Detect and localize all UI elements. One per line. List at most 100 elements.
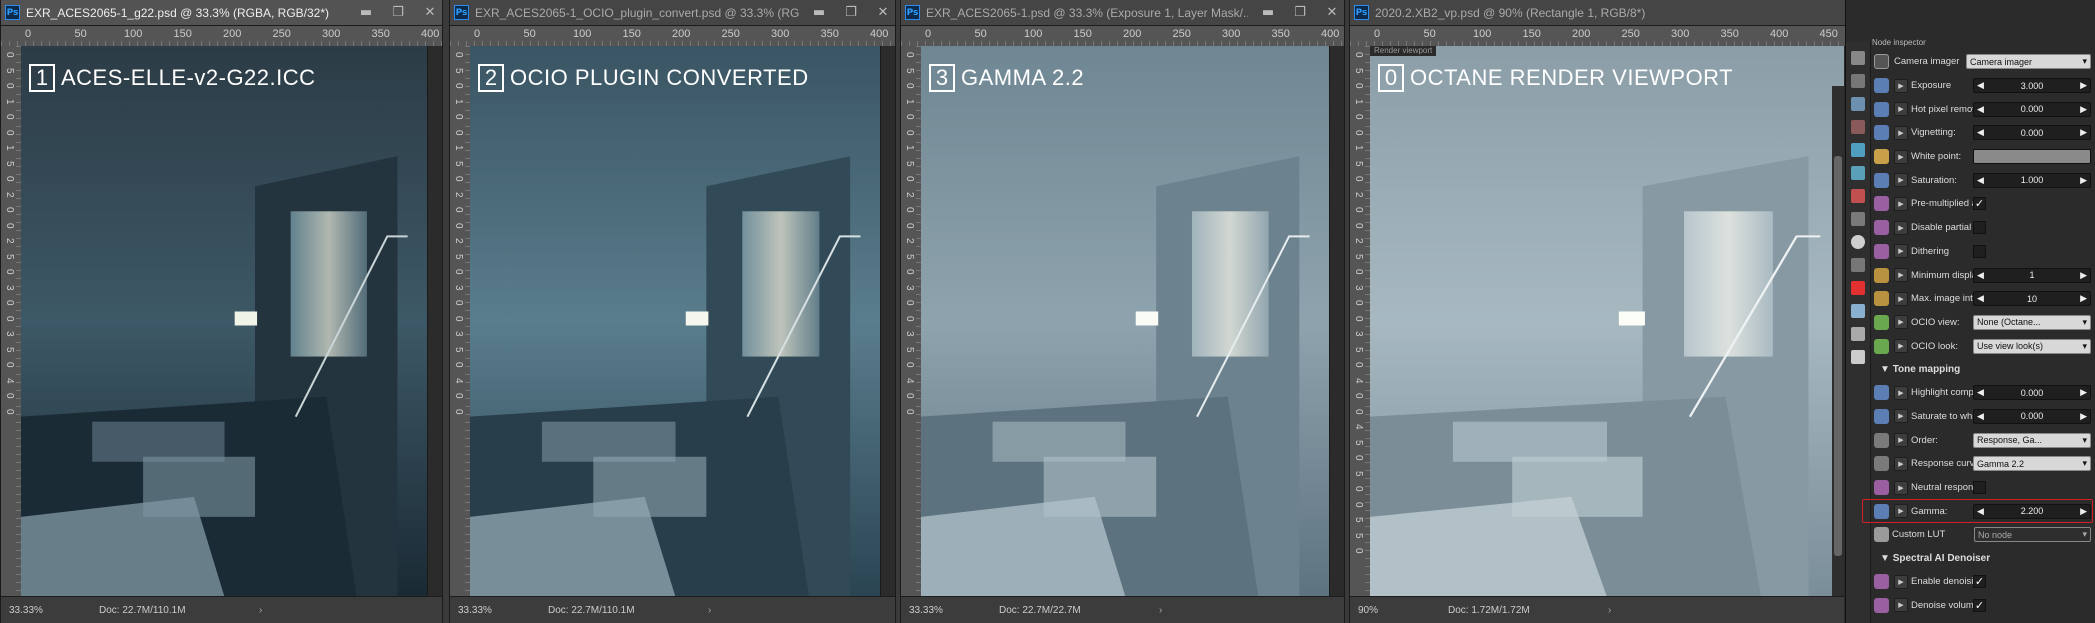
increment-icon[interactable]: ▶: [2080, 270, 2087, 281]
checkbox[interactable]: ✓: [1973, 197, 1986, 211]
increment-icon[interactable]: ▶: [2080, 293, 2087, 304]
expand-arrow-icon[interactable]: ▶: [1894, 125, 1908, 140]
zoom-level[interactable]: 33.33%: [1, 605, 69, 616]
vertical-scrollbar[interactable]: [880, 46, 895, 597]
ps-window-3[interactable]: Ps EXR_ACES2065-1.psd @ 33.3% (Exposure …: [900, 0, 1345, 623]
expand-arrow-icon[interactable]: ▶: [1894, 173, 1908, 188]
image-icon[interactable]: [1851, 97, 1865, 111]
expand-arrow-icon[interactable]: ▶: [1894, 315, 1908, 330]
octane-node-inspector[interactable]: Node inspector Camera imager Camera imag…: [1845, 0, 2095, 623]
increment-icon[interactable]: ▶: [2080, 80, 2087, 91]
param-row[interactable]: ▶ Exposure ◀ 3.000 ▶: [1874, 74, 2091, 98]
settings-icon[interactable]: [1851, 212, 1865, 226]
checkbox[interactable]: [1973, 221, 1986, 235]
document-canvas[interactable]: Render viewport 0 OCTANE RENDER VIEWPORT: [1370, 46, 1844, 597]
number-spinner[interactable]: ◀ 10 ▶: [1973, 291, 2091, 307]
dropdown-select[interactable]: None (Octane... ▾: [1973, 314, 2091, 330]
expand-arrow-icon[interactable]: ▶: [1894, 244, 1908, 259]
camera-imager-row[interactable]: Camera imager Camera imager ▾: [1874, 50, 2091, 74]
param-row[interactable]: ▶ OCIO look: Use view look(s) ▾: [1874, 334, 2091, 358]
document-canvas[interactable]: 2 OCIO PLUGIN CONVERTED: [470, 46, 881, 597]
number-spinner[interactable]: ◀ 0.000 ▶: [1973, 125, 2091, 141]
light-icon[interactable]: [1851, 350, 1865, 364]
param-row[interactable]: ▶ Saturation: ◀ 1.000 ▶: [1874, 168, 2091, 192]
increment-icon[interactable]: ▶: [2080, 175, 2087, 186]
expand-arrow-icon[interactable]: ▶: [1894, 268, 1908, 283]
increment-icon[interactable]: ▶: [2080, 387, 2087, 398]
param-row[interactable]: ▶Enable denoising✓: [1874, 570, 2091, 594]
param-row[interactable]: ▶Denoise volumes✓: [1874, 593, 2091, 617]
horizontal-ruler[interactable]: 0501001502002503003504004505005506006507…: [901, 26, 1344, 47]
increment-icon[interactable]: ▶: [2080, 411, 2087, 422]
vertical-scrollbar[interactable]: [1329, 46, 1344, 597]
param-row[interactable]: Custom LUT No node ▾: [1874, 523, 2091, 547]
chevron-right-icon[interactable]: ›: [1159, 605, 1162, 616]
dropdown-select[interactable]: Use view look(s) ▾: [1973, 338, 2091, 354]
material-icon[interactable]: [1851, 281, 1865, 295]
ps-window-1[interactable]: Ps EXR_ACES2065-1_g22.psd @ 33.3% (RGBA,…: [0, 0, 443, 623]
number-spinner[interactable]: ◀ 1 ▶: [1973, 267, 2091, 283]
denoiser-section[interactable]: ▼ Spectral AI Denoiser: [1874, 547, 2091, 570]
viewport-scrollbar[interactable]: [1832, 86, 1844, 597]
expand-arrow-icon[interactable]: ▶: [1894, 504, 1908, 519]
restore-icon[interactable]: ❐: [386, 4, 410, 22]
expand-arrow-icon[interactable]: ▶: [1894, 291, 1908, 306]
layers-icon[interactable]: [1851, 51, 1865, 65]
param-row[interactable]: ▶Highlight compression◀0.000▶: [1874, 381, 2091, 405]
zoom-level[interactable]: 33.33%: [901, 605, 969, 616]
expand-arrow-icon[interactable]: ▶: [1894, 78, 1908, 93]
expand-arrow-icon[interactable]: ▶: [1894, 385, 1908, 400]
clock-icon[interactable]: [1851, 235, 1865, 249]
color-swatch[interactable]: [1973, 149, 2091, 165]
checkbox[interactable]: [1973, 481, 1986, 495]
vertical-ruler[interactable]: 0 5 0 1 0 0 1 5 0 2 0 0 2 5 0 3 0 0 3 5 0 4 0 0: [901, 46, 922, 597]
param-row[interactable]: ▶Max. image interval◀10▶: [1874, 287, 2091, 311]
minimize-icon[interactable]: ▬: [354, 4, 378, 22]
param-row[interactable]: ▶Response curve: Gamma 2.2 ▾: [1874, 452, 2091, 476]
increment-icon[interactable]: ▶: [2080, 127, 2087, 138]
increment-icon[interactable]: ▶: [2080, 104, 2087, 115]
number-spinner[interactable]: ◀ 1.000 ▶: [1973, 172, 2091, 188]
list-icon[interactable]: [1851, 74, 1865, 88]
expand-arrow-icon[interactable]: ▶: [1894, 339, 1908, 354]
number-spinner[interactable]: ◀ 2.200 ▶: [1973, 503, 2091, 519]
expand-arrow-icon[interactable]: ▶: [1894, 196, 1908, 211]
inspector-tab[interactable]: Node inspector: [1872, 38, 1926, 47]
param-row[interactable]: ▶ OCIO view: None (Octane... ▾: [1874, 311, 2091, 335]
chevron-right-icon[interactable]: ›: [708, 605, 711, 616]
param-row[interactable]: ▶ Dithering: [1874, 240, 2091, 264]
param-row[interactable]: ▶ Vignetting: ◀ 0.000 ▶: [1874, 121, 2091, 145]
decrement-icon[interactable]: ◀: [1977, 104, 1984, 115]
titlebar[interactable]: Ps EXR_ACES2065-1_OCIO_plugin_convert.ps…: [450, 0, 895, 26]
horizontal-ruler[interactable]: 0501001502002503003504004505005506006507…: [450, 26, 895, 47]
minimize-icon[interactable]: ▬: [1256, 4, 1280, 22]
decrement-icon[interactable]: ◀: [1977, 270, 1984, 281]
zoom-level[interactable]: 90%: [1350, 605, 1418, 616]
param-row[interactable]: ▶Neutral response: [1874, 476, 2091, 500]
decrement-icon[interactable]: ◀: [1977, 293, 1984, 304]
param-row[interactable]: ▶Disable partial alpha: [1874, 216, 2091, 240]
restore-icon[interactable]: ❐: [839, 4, 863, 22]
param-row[interactable]: ▶Pre-multiplied alpha✓: [1874, 192, 2091, 216]
titlebar[interactable]: Ps EXR_ACES2065-1.psd @ 33.3% (Exposure …: [901, 0, 1344, 26]
expand-arrow-icon[interactable]: ▶: [1894, 480, 1908, 495]
viewport-tab[interactable]: Render viewport: [1370, 46, 1437, 56]
expand-arrow-icon[interactable]: ▶: [1894, 149, 1908, 164]
vertical-ruler[interactable]: 0 5 0 1 0 0 1 5 0 2 0 0 2 5 0 3 0 0 3 5 0 4 0 0: [450, 46, 471, 597]
expand-arrow-icon[interactable]: ▶: [1894, 598, 1908, 613]
transform-icon[interactable]: [1851, 258, 1865, 272]
vertical-scrollbar[interactable]: [427, 46, 442, 597]
close-icon[interactable]: ✕: [418, 4, 442, 22]
tone-mapping-section[interactable]: ▼ Tone mapping: [1874, 358, 2091, 381]
checkbox[interactable]: ✓: [1973, 598, 1986, 612]
environment-icon[interactable]: [1851, 166, 1865, 180]
camera-icon[interactable]: [1851, 120, 1865, 134]
vertical-ruler[interactable]: 0 5 0 1 0 0 1 5 0 2 0 0 2 5 0 3 0 0 3 5 0 4 0 0: [1, 46, 22, 597]
close-icon[interactable]: ✕: [871, 4, 895, 22]
number-spinner[interactable]: ◀ 0.000 ▶: [1973, 101, 2091, 117]
number-spinner[interactable]: ◀ 3.000 ▶: [1973, 78, 2091, 94]
param-row[interactable]: ▶Saturate to white◀0.000▶: [1874, 405, 2091, 429]
dropdown-select[interactable]: Gamma 2.2 ▾: [1973, 456, 2091, 472]
chevron-right-icon[interactable]: ›: [259, 605, 262, 616]
decrement-icon[interactable]: ◀: [1977, 175, 1984, 186]
